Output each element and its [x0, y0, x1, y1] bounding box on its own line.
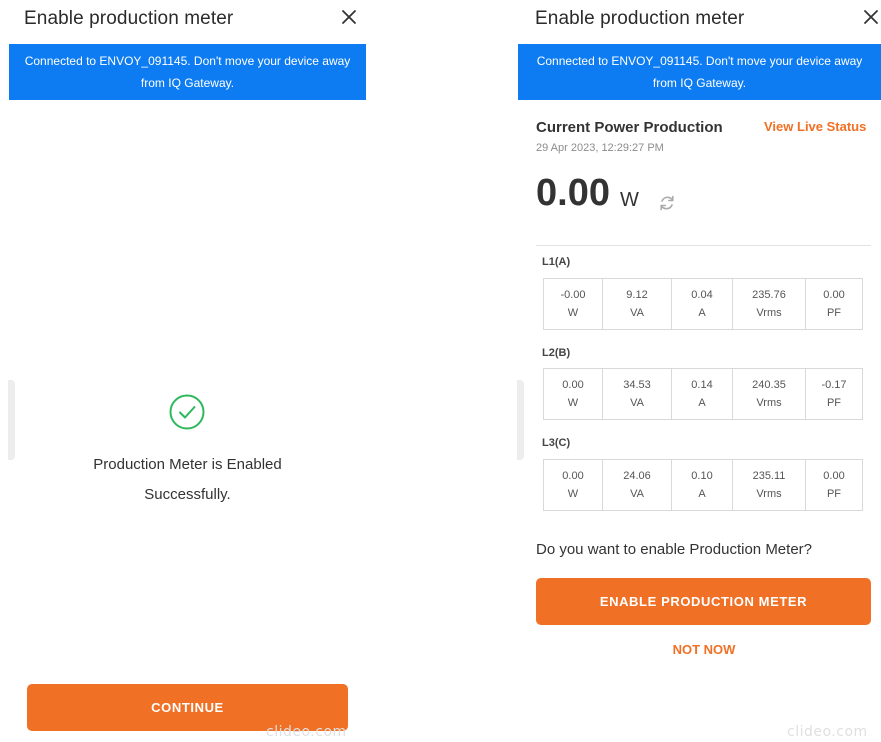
cell-value: 235.11: [752, 470, 786, 482]
refresh-icon[interactable]: [657, 193, 677, 213]
cell-unit: VA: [630, 488, 644, 500]
cell-unit: A: [698, 488, 706, 500]
enable-meter-screen: Enable production meter Connected to ENV…: [517, 0, 881, 742]
phase-cell: 0.00 W: [544, 460, 603, 510]
phase-cell: 0.00 W: [544, 369, 603, 419]
cell-unit: Vrms: [756, 397, 782, 409]
cell-unit: Vrms: [756, 488, 782, 500]
power-value: 0.00: [536, 172, 610, 214]
cell-unit: PF: [826, 307, 842, 319]
panel-edge: [8, 380, 15, 460]
cell-value: -0.00: [560, 289, 586, 301]
enable-question: Do you want to enable Production Meter?: [536, 541, 812, 558]
connection-banner: Connected to ENVOY_091145. Don't move yo…: [9, 44, 366, 100]
cell-unit: W: [567, 397, 579, 409]
power-unit: W: [620, 189, 639, 211]
enable-production-meter-button[interactable]: ENABLE PRODUCTION METER: [536, 578, 871, 625]
current-power-title: Current Power Production: [536, 119, 723, 136]
cell-value: 0.04: [691, 289, 713, 301]
connection-banner: Connected to ENVOY_091145. Don't move yo…: [518, 44, 881, 100]
cell-value: 0.10: [691, 470, 713, 482]
cell-value: 235.76: [752, 289, 786, 301]
phase-cell: -0.00 W: [544, 279, 603, 329]
phase-cell: 34.53 VA: [603, 369, 672, 419]
panel-edge: [517, 380, 524, 460]
phase-label: L2(B): [542, 347, 571, 359]
phase-table: 0.00 W 34.53 VA 0.14 A 240.35 Vrms -0.17 PF: [543, 368, 863, 420]
cell-value: 9.12: [626, 289, 648, 301]
timestamp: 29 Apr 2023, 12:29:27 PM: [536, 142, 664, 154]
cell-unit: A: [698, 307, 706, 319]
phase-cell: -0.17 PF: [806, 369, 862, 419]
cell-unit: VA: [630, 397, 644, 409]
phase-cell: 0.04 A: [672, 279, 733, 329]
phase-cell: 0.00 PF: [806, 279, 862, 329]
close-icon[interactable]: [338, 6, 360, 28]
cell-value: 0.00: [823, 470, 845, 482]
cell-unit: VA: [630, 307, 644, 319]
cell-value: 34.53: [623, 379, 651, 391]
cell-unit: PF: [826, 397, 842, 409]
phase-cell: 0.14 A: [672, 369, 733, 419]
success-screen: Enable production meter Connected to ENV…: [0, 0, 375, 742]
not-now-button[interactable]: NOT NOW: [517, 642, 881, 657]
phase-cell: 0.10 A: [672, 460, 733, 510]
close-icon[interactable]: [860, 6, 881, 28]
cell-value: 24.06: [623, 470, 651, 482]
page-title: Enable production meter: [535, 8, 745, 29]
phase-cell: 240.35 Vrms: [733, 369, 806, 419]
check-circle-icon: [169, 394, 205, 430]
cell-unit: W: [567, 488, 579, 500]
cell-unit: PF: [826, 488, 842, 500]
cell-value: 0.00: [562, 470, 584, 482]
connection-banner-text: Connected to ENVOY_091145. Don't move yo…: [536, 54, 863, 90]
phase-label: L1(A): [542, 256, 571, 268]
phase-cell: 0.00 PF: [806, 460, 862, 510]
divider: [536, 245, 871, 246]
cell-value: 0.14: [691, 379, 713, 391]
page-title: Enable production meter: [24, 8, 234, 29]
cell-unit: A: [698, 397, 706, 409]
view-live-status-link[interactable]: View Live Status: [764, 119, 866, 134]
cell-value: -0.17: [821, 379, 847, 391]
cell-value: 0.00: [562, 379, 584, 391]
cell-unit: Vrms: [756, 307, 782, 319]
phase-cell: 24.06 VA: [603, 460, 672, 510]
connection-banner-text: Connected to ENVOY_091145. Don't move yo…: [24, 54, 351, 90]
phase-table: -0.00 W 9.12 VA 0.04 A 235.76 Vrms 0.00 PF: [543, 278, 863, 330]
phase-cell: 235.76 Vrms: [733, 279, 806, 329]
watermark: clideo.com: [266, 724, 347, 740]
watermark: clideo.com: [787, 724, 868, 740]
cell-value: 0.00: [823, 289, 845, 301]
cell-unit: W: [567, 307, 579, 319]
success-message: Production Meter is Enabled Successfully…: [93, 456, 282, 503]
cell-value: 240.35: [752, 379, 786, 391]
phase-cell: 235.11 Vrms: [733, 460, 806, 510]
phase-cell: 9.12 VA: [603, 279, 672, 329]
phase-table: 0.00 W 24.06 VA 0.10 A 235.11 Vrms 0.00 PF: [543, 459, 863, 511]
phase-label: L3(C): [542, 437, 571, 449]
